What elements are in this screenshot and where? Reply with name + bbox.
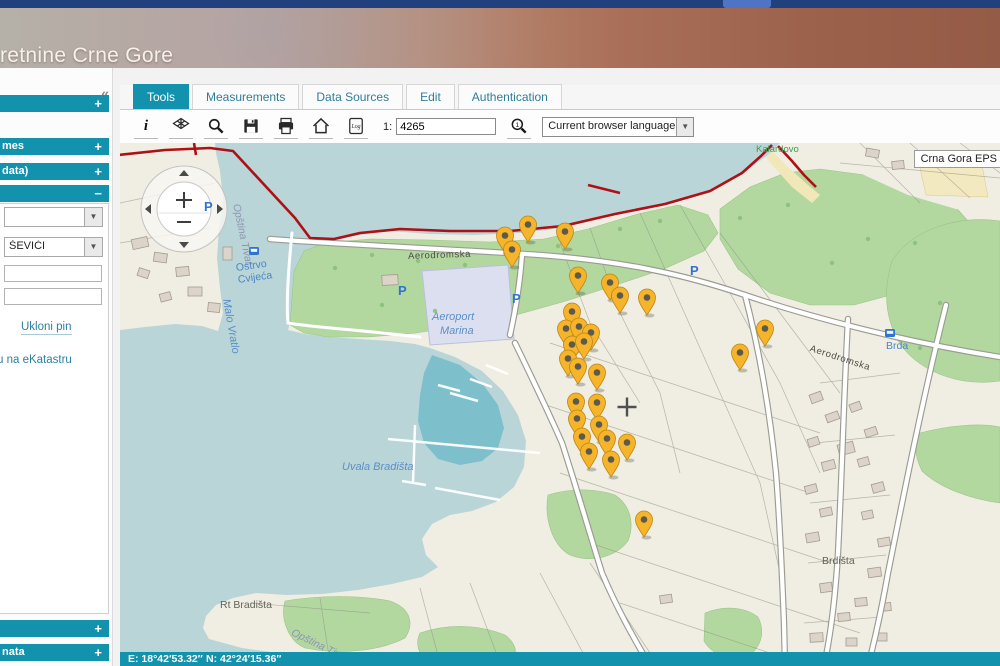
crs-label: Crna Gora EPS bbox=[914, 150, 1000, 168]
map-svg bbox=[120, 143, 1000, 666]
chevron-down-icon[interactable]: ▼ bbox=[84, 238, 102, 256]
ekatastar-link[interactable]: u na eKatastru bbox=[0, 354, 72, 367]
top-browser-strip bbox=[0, 0, 1000, 8]
sidebar-section-6[interactable]: nata + bbox=[0, 644, 109, 661]
log-button[interactable]: Log bbox=[344, 115, 368, 139]
home-button[interactable] bbox=[309, 115, 333, 139]
layers-icon bbox=[171, 116, 191, 136]
tab-data-sources[interactable]: Data Sources bbox=[302, 84, 403, 109]
info-icon: i bbox=[144, 118, 148, 135]
save-icon bbox=[241, 116, 261, 136]
log-icon: Log bbox=[346, 116, 366, 136]
chevron-down-icon[interactable]: ▼ bbox=[676, 118, 693, 136]
tab-authentication[interactable]: Authentication bbox=[458, 84, 562, 109]
expand-icon[interactable]: + bbox=[94, 95, 102, 112]
sidebar-search-panel: ▼ ŠEVIĆI ▼ Ukloni pin u na eKatastru bbox=[0, 203, 109, 614]
sidebar-section-1[interactable]: + bbox=[0, 95, 109, 112]
magnifier-scale-icon: 1 bbox=[509, 116, 529, 136]
main-panel: Tools Measurements Data Sources Edit Aut… bbox=[120, 68, 1000, 666]
coordinate-northing: N: 42°24′15.36″ bbox=[206, 652, 281, 666]
top-strip-accent bbox=[723, 0, 771, 8]
tab-edit[interactable]: Edit bbox=[406, 84, 455, 109]
remove-pin-link[interactable]: Ukloni pin bbox=[21, 321, 72, 335]
airport-apron bbox=[422, 265, 514, 345]
sidebar-section-2[interactable]: mes + bbox=[0, 138, 109, 155]
municipality-select[interactable]: ŠEVIĆI ▼ bbox=[4, 237, 103, 257]
app-title: retnine Crne Gore bbox=[0, 44, 173, 68]
tab-bar: Tools Measurements Data Sources Edit Aut… bbox=[120, 85, 1000, 110]
app-header: retnine Crne Gore bbox=[0, 8, 1000, 68]
tab-tools[interactable]: Tools bbox=[133, 84, 189, 109]
sidebar-section-5[interactable]: + bbox=[0, 620, 109, 637]
expand-icon[interactable]: + bbox=[94, 620, 102, 637]
parcel-input-1[interactable] bbox=[4, 265, 102, 282]
svg-text:1: 1 bbox=[516, 122, 520, 129]
bus-stop-icon bbox=[249, 247, 259, 255]
home-icon bbox=[311, 116, 331, 136]
zoom-rectangle-button[interactable] bbox=[204, 115, 228, 139]
scale-control: 1: bbox=[383, 118, 496, 135]
magnifier-icon bbox=[206, 116, 226, 136]
printer-icon bbox=[276, 116, 296, 136]
collapse-section-icon[interactable]: − bbox=[94, 185, 102, 202]
toolbar: i bbox=[120, 110, 1000, 143]
scale-label: 1: bbox=[383, 121, 392, 133]
tab-measurements[interactable]: Measurements bbox=[192, 84, 299, 109]
sidebar-section-4[interactable]: − bbox=[0, 185, 109, 202]
sidebar-select-top[interactable]: ▼ bbox=[4, 207, 103, 227]
print-button[interactable] bbox=[274, 115, 298, 139]
coordinate-easting: E: 18°42′53.32″ bbox=[128, 652, 203, 666]
expand-icon[interactable]: + bbox=[94, 138, 102, 155]
legend-button[interactable] bbox=[169, 115, 193, 139]
info-button[interactable]: i bbox=[134, 115, 158, 139]
svg-text:Log: Log bbox=[350, 124, 360, 130]
zoom-to-scale-button[interactable]: 1 bbox=[507, 115, 531, 139]
sidebar-section-3[interactable]: data) + bbox=[0, 163, 109, 180]
scale-input[interactable] bbox=[396, 118, 496, 135]
save-button[interactable] bbox=[239, 115, 263, 139]
expand-icon[interactable]: + bbox=[94, 163, 102, 180]
bus-stop-icon bbox=[885, 329, 895, 337]
parcel-input-2[interactable] bbox=[4, 288, 102, 305]
map-container[interactable]: KalardovoOpština TivatOstrvoCvijećaMalo … bbox=[120, 143, 1000, 666]
expand-icon[interactable]: + bbox=[94, 644, 102, 661]
sidebar: « + mes + data) + − ▼ ŠEVIĆI ▼ Ukloni pi… bbox=[0, 68, 113, 666]
map-pan-zoom-control[interactable] bbox=[141, 166, 227, 252]
chevron-down-icon[interactable]: ▼ bbox=[84, 208, 102, 226]
language-select[interactable]: Current browser language ▼ bbox=[542, 117, 694, 137]
status-bar: E: 18°42′53.32″ N: 42°24′15.36″ bbox=[120, 652, 1000, 666]
